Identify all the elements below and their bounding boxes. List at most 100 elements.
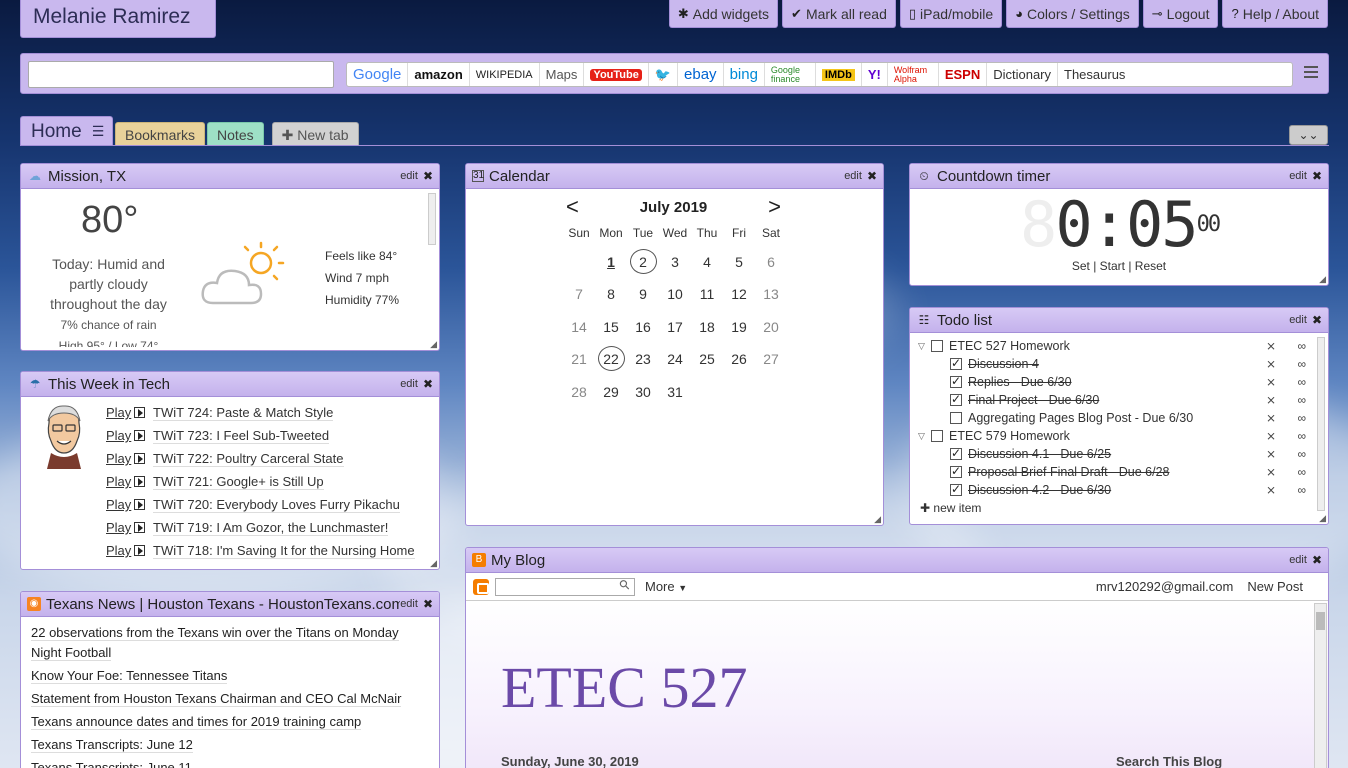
user-name[interactable]: Melanie Ramirez	[20, 0, 216, 38]
add-widgets-button[interactable]: ✱ Add widgets	[668, 0, 779, 28]
account-email[interactable]: mrv120292@gmail.com	[1096, 579, 1233, 594]
play-link[interactable]: Play	[106, 451, 134, 466]
engine-dictionary[interactable]: Dictionary	[987, 63, 1059, 86]
engine-wikipedia[interactable]: WIKIPEDIA	[470, 63, 540, 86]
search-input[interactable]	[28, 61, 334, 88]
todo-text[interactable]: Aggregating Pages Blog Post - Due 6/30	[968, 411, 1266, 425]
calendar-day[interactable]: 17	[659, 313, 691, 345]
play-link[interactable]: Play	[106, 497, 134, 512]
blogger-logo-icon[interactable]	[473, 578, 489, 595]
more-options-icon[interactable]: ∞	[1297, 375, 1306, 389]
calendar-day[interactable]: 7	[563, 280, 595, 312]
todo-checkbox[interactable]	[950, 446, 962, 460]
play-link[interactable]: Play	[106, 543, 134, 558]
collapse-triangle-icon[interactable]: ▽	[918, 431, 931, 442]
news-headline[interactable]: Texans Transcripts: June 11	[31, 760, 192, 768]
calendar-day[interactable]: 4	[691, 248, 723, 280]
next-month-icon[interactable]: >	[768, 196, 781, 218]
resize-handle-icon[interactable]: ◢	[430, 339, 437, 350]
delete-icon[interactable]: ⨯	[1266, 483, 1276, 497]
resize-handle-icon[interactable]: ◢	[874, 514, 881, 525]
list-item[interactable]: Statement from Houston Texans Chairman a…	[31, 689, 426, 709]
engine-google[interactable]: Google	[347, 63, 409, 86]
todo-text[interactable]: ETEC 527 Homework	[949, 339, 1266, 353]
delete-icon[interactable]: ⨯	[1266, 393, 1276, 407]
start-link[interactable]: Start	[1100, 259, 1125, 273]
play-link[interactable]: Play	[106, 428, 134, 443]
calendar-day[interactable]: 21	[563, 345, 595, 377]
widget-header[interactable]: ☷ Todo list edit ✖	[910, 308, 1328, 333]
todo-text[interactable]: Proposal Brief Final Draft - Due 6/28	[968, 465, 1266, 479]
more-options-icon[interactable]: ∞	[1297, 447, 1306, 461]
widget-header[interactable]: ☁ Mission, TX edit ✖	[21, 164, 439, 189]
calendar-day[interactable]: 11	[691, 280, 723, 312]
todo-text[interactable]: Discussion 4	[968, 357, 1266, 371]
logout-button[interactable]: ⊸ Logout	[1142, 0, 1219, 28]
tab-home[interactable]: Home ☰	[20, 116, 113, 146]
engine-wolfram[interactable]: Wolfram Alpha	[888, 63, 939, 86]
edit-link[interactable]: edit	[400, 170, 418, 182]
close-icon[interactable]: ✖	[1312, 169, 1322, 183]
list-item[interactable]: Texans Transcripts: June 11	[31, 758, 426, 768]
play-link[interactable]: Play	[106, 520, 134, 535]
calendar-day[interactable]: 19	[723, 313, 755, 345]
more-options-icon[interactable]: ∞	[1297, 429, 1306, 443]
list-item[interactable]: Texans announce dates and times for 2019…	[31, 712, 426, 732]
tab-menu-icon[interactable]: ☰	[92, 123, 105, 140]
calendar-day[interactable]: 16	[627, 313, 659, 345]
play-icon[interactable]	[134, 499, 145, 510]
close-icon[interactable]: ✖	[867, 169, 877, 183]
todo-checkbox[interactable]	[950, 356, 962, 370]
new-post-link[interactable]: New Post	[1247, 579, 1303, 594]
more-options-icon[interactable]: ∞	[1297, 339, 1306, 353]
play-icon[interactable]	[134, 522, 145, 533]
todo-checkbox[interactable]	[950, 412, 962, 424]
episode-title[interactable]: TWiT 719: I Am Gozor, the Lunchmaster!	[153, 520, 389, 536]
resize-handle-icon[interactable]: ◢	[1319, 274, 1326, 285]
delete-icon[interactable]: ⨯	[1266, 357, 1276, 371]
engine-ebay[interactable]: ebay	[678, 63, 724, 86]
todo-checkbox[interactable]	[950, 482, 962, 496]
scrollbar-thumb[interactable]	[1316, 612, 1325, 630]
widget-header[interactable]: 31 Calendar edit ✖	[466, 164, 883, 189]
news-headline[interactable]: Texans Transcripts: June 12	[31, 737, 193, 753]
engine-imdb[interactable]: IMDb	[816, 63, 862, 86]
calendar-day[interactable]: 8	[595, 280, 627, 312]
delete-icon[interactable]: ⨯	[1266, 411, 1276, 425]
engine-yahoo[interactable]: Y!	[862, 63, 888, 86]
scrollbar[interactable]	[428, 193, 436, 245]
edit-link[interactable]: edit	[1289, 170, 1307, 182]
news-headline[interactable]: Know Your Foe: Tennessee Titans	[31, 668, 228, 684]
play-link[interactable]: Play	[106, 405, 134, 420]
engine-thesaurus[interactable]: Thesaurus	[1058, 63, 1131, 86]
more-options-icon[interactable]: ∞	[1297, 357, 1306, 371]
tab-notes[interactable]: Notes	[207, 122, 264, 146]
engine-espn[interactable]: ESPN	[939, 63, 988, 86]
todo-text[interactable]: Discussion 4.2 - Due 6/30	[968, 483, 1266, 497]
todo-checkbox[interactable]	[950, 392, 962, 406]
list-item[interactable]: 22 observations from the Texans win over…	[31, 623, 426, 663]
more-menu[interactable]: More ▼	[645, 579, 687, 594]
delete-icon[interactable]: ⨯	[1266, 375, 1276, 389]
colors-settings-button[interactable]: ◕ Colors / Settings	[1006, 0, 1139, 28]
delete-icon[interactable]: ⨯	[1266, 339, 1276, 353]
edit-link[interactable]: edit	[1289, 554, 1307, 566]
calendar-day[interactable]: 12	[723, 280, 755, 312]
calendar-day[interactable]: 3	[659, 248, 691, 280]
calendar-day[interactable]: 9	[627, 280, 659, 312]
tab-bookmarks[interactable]: Bookmarks	[115, 122, 206, 146]
scrollbar[interactable]	[1314, 603, 1327, 768]
calendar-day[interactable]: 24	[659, 345, 691, 377]
collapse-triangle-icon[interactable]: ▽	[918, 341, 931, 352]
calendar-day[interactable]: 30	[627, 378, 659, 410]
delete-icon[interactable]: ⨯	[1266, 465, 1276, 479]
prev-month-icon[interactable]: <	[566, 196, 579, 218]
edit-link[interactable]: edit	[844, 170, 862, 182]
engine-bing[interactable]: bing	[724, 63, 765, 86]
play-icon[interactable]	[134, 407, 145, 418]
close-icon[interactable]: ✖	[423, 377, 433, 391]
calendar-day[interactable]: 29	[595, 378, 627, 410]
play-icon[interactable]	[134, 430, 145, 441]
delete-icon[interactable]: ⨯	[1266, 447, 1276, 461]
calendar-day[interactable]: 18	[691, 313, 723, 345]
